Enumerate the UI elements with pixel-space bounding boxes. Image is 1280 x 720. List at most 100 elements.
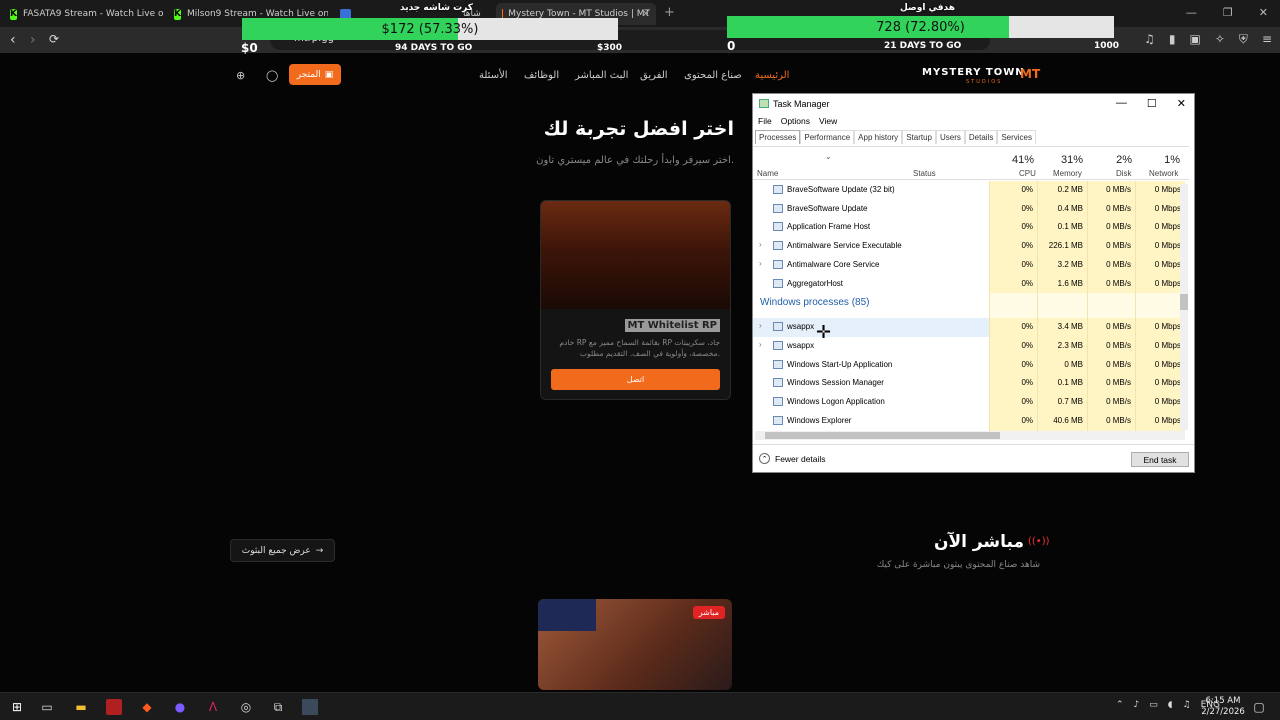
expand-chevron-icon[interactable]: › [759,321,762,330]
col-disk[interactable]: Disk [1116,169,1132,178]
col-status[interactable]: Status [913,169,936,178]
music-icon[interactable]: ♫ [1144,32,1155,47]
capcut-icon[interactable]: ⧉ [270,699,286,715]
globe-icon[interactable]: ⊕ [236,69,245,82]
expand-chevron-icon[interactable]: › [759,259,762,268]
fewer-details-toggle[interactable]: ⌃ Fewer details [759,453,826,464]
app-icon[interactable] [106,699,122,715]
process-row[interactable]: Windows Logon Application 0% 0.7 MB 0 MB/s 0… [753,393,1185,412]
nav-team[interactable]: الفريق [640,70,668,81]
process-row[interactable]: › Antimalware Service Executable 0% 226.1 M… [753,237,1185,257]
tab-startup[interactable]: Startup [902,130,936,144]
tab-fasata9[interactable]: K FASATA9 Stream - Watch Live on Kick [4,3,164,25]
menu-options[interactable]: Options [781,116,810,126]
tm-vscroll-thumb[interactable] [1180,294,1188,310]
back-icon[interactable]: ‹ [10,32,16,48]
nav-jobs[interactable]: الوظائف [524,70,559,81]
vpn-icon[interactable]: ⛨ [1239,32,1248,47]
leo-icon[interactable]: ✧ [1215,32,1225,47]
tray-chevron-icon[interactable]: ⌃ [1116,700,1124,710]
process-row[interactable]: AggregatorHost 0% 1.6 MB 0 MB/s 0 Mbps [753,274,1185,294]
process-row[interactable]: Windows Session Manager 0% 0.1 MB 0 MB/s 0 M… [753,374,1185,394]
arc-icon[interactable]: Λ [205,699,221,715]
tm-tabs: Processes Performance App history Startu… [755,130,1037,144]
stream-card[interactable]: مباشر [538,599,732,690]
process-row[interactable]: Windows Explorer 0% 40.6 MB 0 MB/s 0 Mbps [753,411,1185,431]
reload-icon[interactable]: ⟳ [49,32,59,46]
close-tab-icon[interactable]: ✕ [642,9,650,20]
process-row[interactable]: BraveSoftware Update (32 bit) 0% 0.2 MB 0 M… [753,181,1185,200]
menu-view[interactable]: View [819,116,837,126]
tm-horizontal-scrollbar[interactable] [755,431,1185,440]
process-row[interactable]: › Antimalware Core Service 0% 3.2 MB 0 MB/s 0… [753,255,1185,275]
discord-icon[interactable]: ● [172,699,188,715]
nav-creators[interactable]: صناع المحتوى [684,70,742,81]
network-icon[interactable]: ▭ [1149,700,1158,710]
wallet-icon[interactable]: ▣ [1190,32,1201,47]
volume-icon[interactable]: ◖ [1168,700,1173,710]
microphone-icon[interactable]: ♪ [1134,700,1140,710]
server-card[interactable]: MT Whitelist RP خادم RP بقائمة السماح مم… [540,200,731,400]
notification-icon[interactable]: ▢ [1251,699,1267,715]
expand-chevron-icon[interactable]: › [759,240,762,249]
process-row[interactable]: BraveSoftware Update 0% 0.4 MB 0 MB/s 0 Mbps [753,199,1185,219]
tm-footer: ⌃ Fewer details End task [753,444,1194,474]
sidebar-icon[interactable]: ▮ [1169,32,1176,47]
process-name: Antimalware Service Executable [787,241,902,251]
task-manager-titlebar[interactable]: Task Manager — ☐ ✕ [753,94,1194,114]
menu-icon[interactable]: ≡ [1262,32,1272,47]
system-clock[interactable]: 6:15 AM 2/27/2026 [1200,696,1246,718]
tab-users[interactable]: Users [935,130,965,144]
left-goal-title: كرت شاشه جديد [400,3,473,13]
col-name[interactable]: Name [757,169,778,178]
windows-start-icon[interactable]: ⊞ [9,699,25,715]
menu-file[interactable]: File [758,116,772,126]
tab-app-history[interactable]: App history [854,130,903,144]
maximize-icon[interactable]: ❐ [1223,6,1233,19]
process-network: 0 Mbps [1154,241,1181,251]
store-label: المتجر [296,69,321,80]
tab-details[interactable]: Details [964,130,998,144]
tm-hscroll-thumb[interactable] [765,432,1000,439]
all-streams-button[interactable]: عرض جميع البثوث → [230,539,335,562]
right-goal-amount: 1000 [1094,41,1120,51]
new-tab-button[interactable]: + [664,5,675,20]
nav-faq[interactable]: الأسئلة [479,70,508,81]
process-cpu: 0% [1021,259,1033,269]
minimize-icon[interactable]: — [1186,6,1197,19]
process-memory: 0.2 MB [1057,185,1083,194]
process-row[interactable]: Application Frame Host 0% 0.1 MB 0 MB/s 0 Mb… [753,218,1185,238]
close-icon[interactable]: ✕ [1259,6,1268,19]
task-view-icon[interactable]: ▭ [39,699,55,715]
nav-home[interactable]: الرئيسية [755,70,789,81]
process-network: 0 Mbps [1154,222,1181,232]
site-logo-sub: STUDIOS [966,79,1003,85]
user-icon[interactable]: ◯ [266,69,278,82]
site-logo[interactable]: MYSTERY TOWN [922,67,1025,78]
nav-live[interactable]: البث المباشر [575,70,628,81]
end-task-button[interactable]: End task [1131,452,1189,467]
file-explorer-icon[interactable]: ▬ [73,699,89,715]
process-name: Windows Start-Up Application [787,359,893,369]
connect-button[interactable]: اتصل [551,369,720,390]
forward-icon[interactable]: › [30,32,36,48]
tab-services[interactable]: Services [997,130,1037,144]
maximize-icon[interactable]: ☐ [1147,97,1157,110]
expand-chevron-icon[interactable]: › [759,340,762,349]
col-network[interactable]: Network [1149,169,1178,178]
tab-performance[interactable]: Performance [800,130,855,144]
process-row[interactable]: Windows Start-Up Application 0% 0 MB 0 MB/s… [753,355,1185,375]
tm-vertical-scrollbar[interactable] [1180,184,1188,430]
obs-icon[interactable]: ◎ [238,699,254,715]
minimize-icon[interactable]: — [1116,97,1127,110]
heat-cell [1135,293,1185,319]
store-button[interactable]: المتجر ▣ [289,64,341,85]
col-cpu[interactable]: CPU [1019,169,1036,178]
col-memory[interactable]: Memory [1053,169,1082,178]
speaker-icon[interactable]: ♫ [1183,700,1191,710]
tab-processes[interactable]: Processes [755,130,801,144]
brave-icon[interactable]: ◆ [139,699,155,715]
task-manager-taskbar-icon[interactable] [302,699,318,715]
process-network: 0 Mbps [1154,397,1181,406]
close-icon[interactable]: ✕ [1177,97,1186,110]
